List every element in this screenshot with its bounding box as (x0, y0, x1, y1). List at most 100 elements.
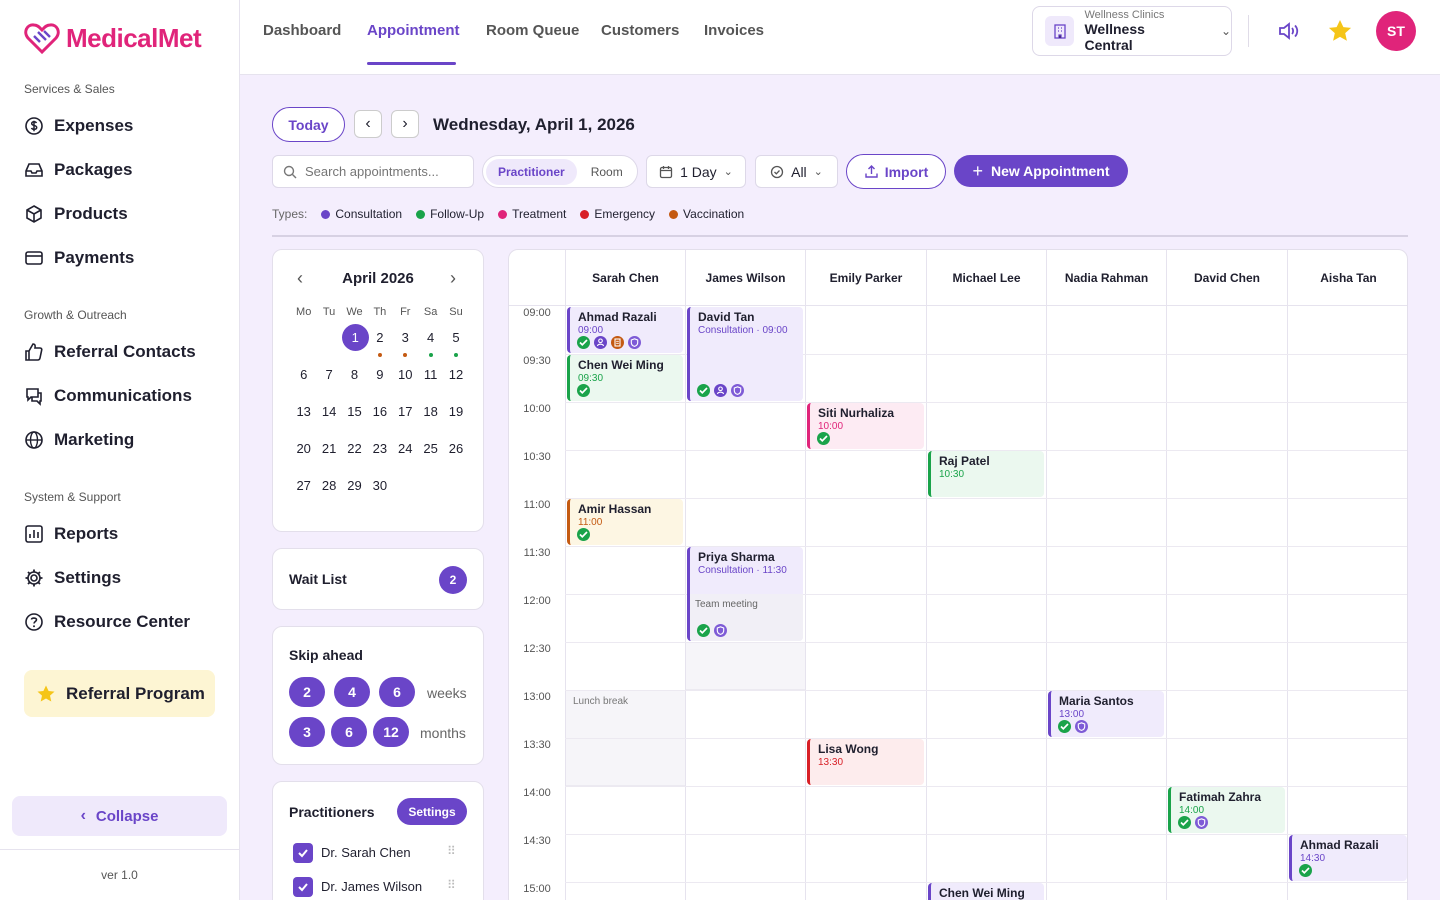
wait-list-card[interactable]: Wait List 2 (272, 548, 484, 610)
tab-invoices[interactable]: Invoices (704, 22, 764, 39)
search-input[interactable] (305, 164, 465, 179)
practitioner-checkbox[interactable] (293, 877, 313, 897)
sidebar-item-communications[interactable]: Communications (24, 386, 192, 406)
column-header[interactable]: James Wilson (685, 250, 805, 306)
sidebar-item-packages[interactable]: Packages (24, 160, 132, 180)
appointment-card[interactable]: David Tan Consultation · 09:00 (687, 307, 803, 401)
skip-6-weeks[interactable]: 6 (379, 677, 415, 707)
appointment-card[interactable]: Lisa Wong 13:30 (807, 739, 924, 785)
calendar-day[interactable]: 26 (443, 437, 468, 474)
calendar-day[interactable]: 27 (291, 474, 316, 511)
calendar-day[interactable]: 14 (316, 400, 341, 437)
collapse-button[interactable]: ‹ Collapse (12, 796, 227, 836)
today-button[interactable]: Today (272, 107, 345, 142)
avatar[interactable]: ST (1376, 11, 1416, 51)
calendar-day[interactable]: 19 (443, 400, 468, 437)
calendar-day[interactable]: 3 (393, 326, 418, 363)
calendar-day[interactable]: 13 (291, 400, 316, 437)
sidebar-item-resource-center[interactable]: Resource Center (24, 612, 190, 632)
appointment-card[interactable]: Ahmad Razali 14:30 (1289, 835, 1407, 881)
person-icon (714, 384, 727, 397)
calendar-day[interactable]: 15 (342, 400, 367, 437)
appointment-card[interactable]: Ahmad Razali 09:00 (567, 307, 683, 353)
appointment-card[interactable]: Maria Santos 13:00 (1048, 691, 1164, 737)
calendar-day[interactable]: 23 (367, 437, 392, 474)
appointment-card[interactable]: Chen Wei Ming (928, 883, 1044, 900)
referral-program-button[interactable]: Referral Program (24, 670, 215, 717)
calendar-day[interactable]: 22 (342, 437, 367, 474)
column-header[interactable]: Michael Lee (926, 250, 1046, 306)
appointment-card[interactable]: Chen Wei Ming 09:30 (567, 355, 683, 401)
skip-3-months[interactable]: 3 (289, 717, 325, 747)
calendar-day[interactable]: 12 (443, 363, 468, 400)
calendar-day[interactable]: 17 (393, 400, 418, 437)
appointment-card[interactable]: Raj Patel 10:30 (928, 451, 1044, 497)
calendar-day[interactable]: 7 (316, 363, 341, 400)
check-icon (577, 384, 590, 397)
calendar-day[interactable]: 30 (367, 474, 392, 511)
check-icon (577, 336, 590, 349)
sidebar-item-payments[interactable]: Payments (24, 248, 134, 268)
skip-12-months[interactable]: 12 (373, 717, 409, 747)
calendar-day[interactable]: 20 (291, 437, 316, 474)
import-button[interactable]: Import (846, 154, 946, 189)
calendar-day[interactable]: 1 (341, 324, 369, 363)
prev-day-button[interactable]: ‹ (354, 110, 382, 138)
view-practitioner[interactable]: Practitioner (486, 158, 577, 185)
next-day-button[interactable]: › (391, 110, 419, 138)
sidebar-item-settings[interactable]: Settings (24, 568, 121, 588)
practitioner-settings-button[interactable]: Settings (397, 798, 467, 825)
calendar-day[interactable]: 9 (367, 363, 392, 400)
sidebar-item-referral-contacts[interactable]: Referral Contacts (24, 342, 196, 362)
calendar-day[interactable]: 2 (367, 326, 392, 363)
calendar-day[interactable]: 25 (418, 437, 443, 474)
chevron-down-icon: ⌄ (813, 166, 823, 178)
filter-dropdown[interactable]: All ⌄ (755, 155, 838, 188)
new-appointment-button[interactable]: + New Appointment (954, 155, 1128, 187)
calendar-day[interactable]: 18 (418, 400, 443, 437)
logo[interactable]: MedicalMet (24, 22, 202, 54)
tab-room-queue[interactable]: Room Queue (486, 22, 579, 39)
view-room[interactable]: Room (579, 159, 635, 185)
column-header[interactable]: Nadia Rahman (1046, 250, 1166, 306)
calendar-day[interactable]: 11 (418, 363, 443, 400)
calendar-day[interactable]: 28 (316, 474, 341, 511)
calendar-day[interactable]: 16 (367, 400, 392, 437)
calendar-day[interactable]: 5 (443, 326, 468, 363)
clinic-selector[interactable]: Wellness Clinics Wellness Central ⌄ (1032, 6, 1232, 56)
calendar-day[interactable]: 8 (342, 363, 367, 400)
range-dropdown[interactable]: 1 Day ⌄ (646, 155, 746, 188)
drag-handle-icon[interactable]: ⠿ (447, 844, 456, 858)
calendar-day[interactable]: 10 (393, 363, 418, 400)
skip-4-weeks[interactable]: 4 (334, 677, 370, 707)
tab-dashboard[interactable]: Dashboard (263, 22, 341, 39)
calendar-day[interactable]: 21 (316, 437, 341, 474)
column-header[interactable]: Aisha Tan (1287, 250, 1407, 306)
sidebar-item-products[interactable]: Products (24, 204, 128, 224)
appointment-card[interactable]: Siti Nurhaliza 10:00 (807, 403, 924, 449)
calendar-day[interactable]: 29 (342, 474, 367, 511)
next-month-button[interactable]: › (450, 268, 456, 289)
drag-handle-icon[interactable]: ⠿ (447, 878, 456, 892)
appointment-card[interactable]: Priya Sharma Consultation · 11:30 Team mee… (687, 547, 803, 641)
skip-2-weeks[interactable]: 2 (289, 677, 325, 707)
skip-6-months[interactable]: 6 (331, 717, 367, 747)
speaker-icon[interactable] (1277, 20, 1301, 42)
time-label: 10:00 (523, 403, 551, 415)
practitioner-checkbox[interactable] (293, 843, 313, 863)
tab-customers[interactable]: Customers (601, 22, 679, 39)
search-box[interactable] (272, 155, 474, 188)
calendar-day[interactable]: 4 (418, 326, 443, 363)
sidebar-item-expenses[interactable]: Expenses (24, 116, 133, 136)
appointment-card[interactable]: Fatimah Zahra 14:00 (1168, 787, 1285, 833)
column-header[interactable]: Emily Parker (805, 250, 926, 306)
tab-appointment[interactable]: Appointment (367, 22, 459, 39)
appointment-card[interactable]: Amir Hassan 11:00 (567, 499, 683, 545)
sidebar-item-reports[interactable]: Reports (24, 524, 118, 544)
column-header[interactable]: David Chen (1166, 250, 1287, 306)
calendar-day[interactable]: 6 (291, 363, 316, 400)
calendar-day[interactable]: 24 (393, 437, 418, 474)
column-header[interactable]: Sarah Chen (565, 250, 685, 306)
sidebar-item-marketing[interactable]: Marketing (24, 430, 134, 450)
favorite-star-icon[interactable] (1327, 18, 1353, 44)
